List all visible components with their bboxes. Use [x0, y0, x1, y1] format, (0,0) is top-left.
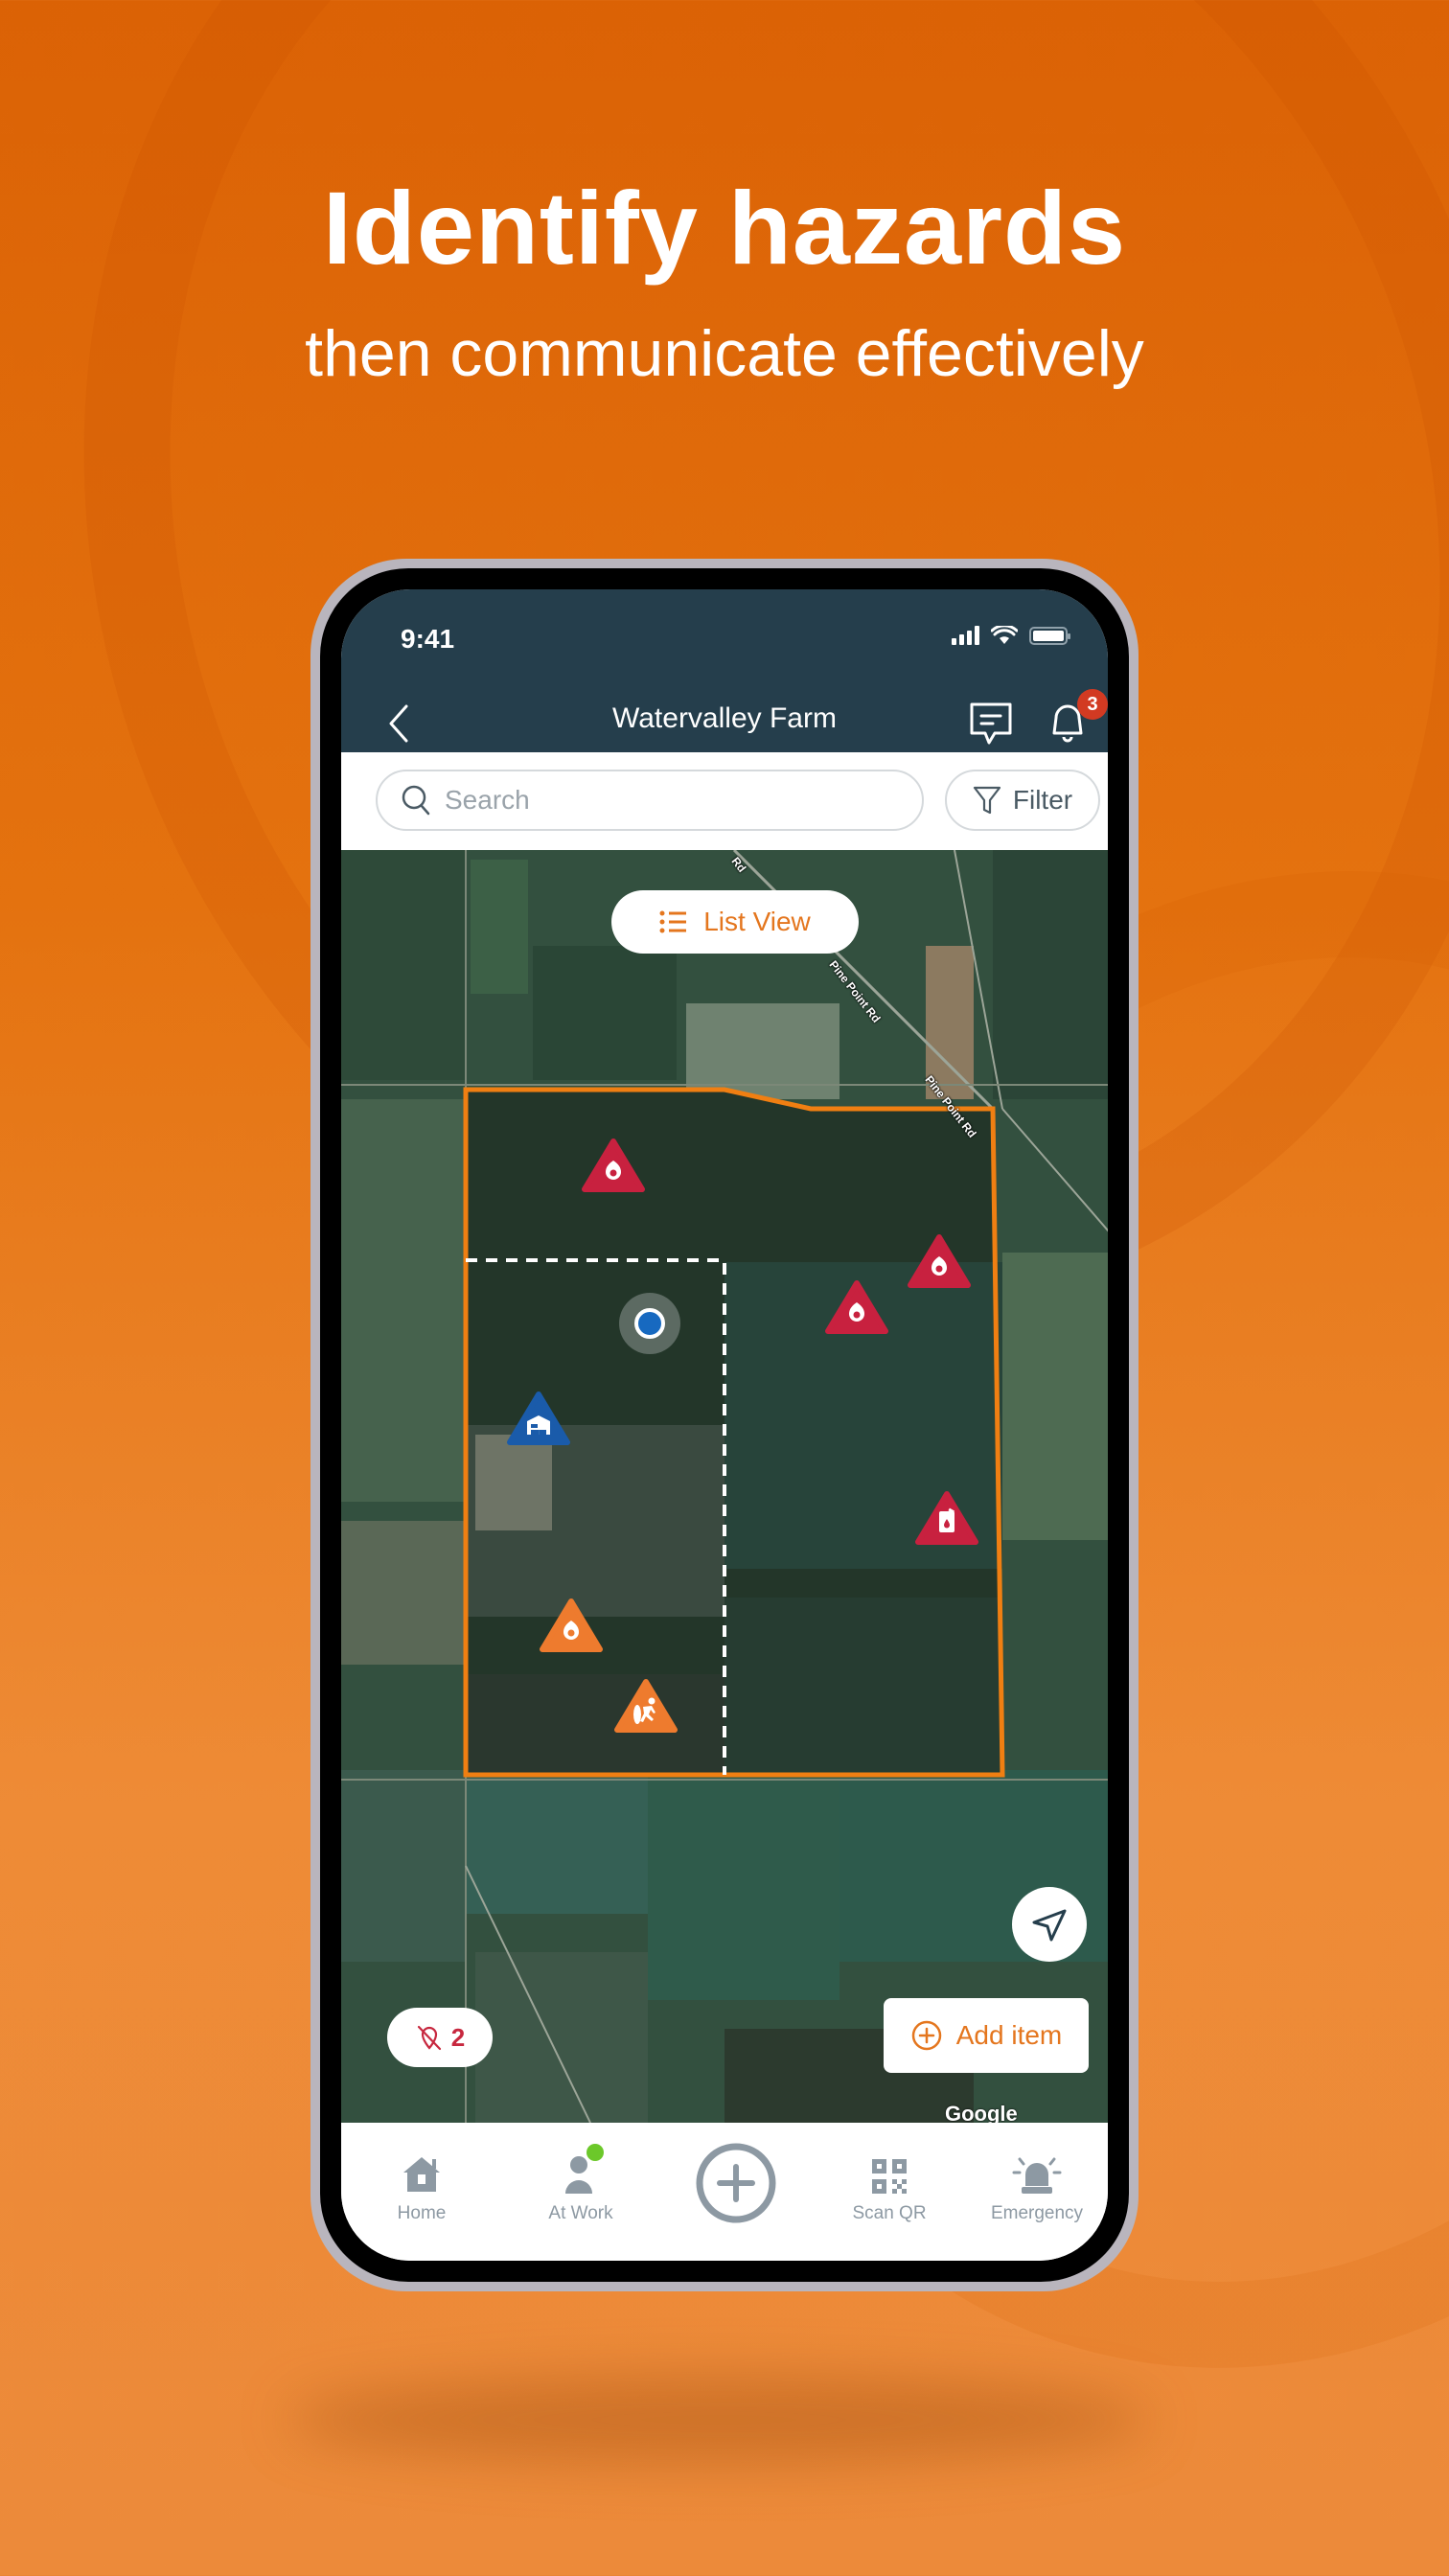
hidden-items-badge[interactable]: 2 [387, 2008, 493, 2067]
list-view-label: List View [703, 907, 811, 936]
add-circle-icon[interactable] [695, 2142, 777, 2224]
phone-shadow [288, 2377, 1150, 2463]
notification-badge: 3 [1077, 689, 1108, 720]
fuel-can-icon [939, 1507, 955, 1532]
filter-button[interactable]: Filter [945, 770, 1100, 831]
back-button[interactable] [380, 697, 418, 750]
nav-emergency[interactable]: Emergency [979, 2144, 1094, 2224]
slip-fall-hazard-marker[interactable] [613, 1678, 678, 1734]
subheadline: then communicate effectively [305, 317, 1144, 390]
phone-frame: 9:41 Watervalley Farm 3 Search Filter Rd… [310, 559, 1138, 2291]
nav-home-label: Home [397, 2203, 447, 2223]
filter-label: Filter [1012, 785, 1073, 815]
nav-scan-qr-label: Scan QR [852, 2203, 927, 2223]
battery-icon [1029, 626, 1070, 645]
wifi-icon [991, 626, 1018, 644]
map-attribution: Google [945, 2102, 1018, 2123]
siren-icon [1012, 2157, 1062, 2194]
hidden-count: 2 [450, 2022, 466, 2052]
add-item-button[interactable]: Add item [884, 1998, 1089, 2073]
fire-hazard-marker[interactable] [539, 1598, 604, 1653]
qr-code-icon [872, 2159, 907, 2194]
current-location-marker [619, 1293, 680, 1354]
bottom-navigation: Home At Work Scan QR Emergency [341, 2123, 1108, 2261]
nav-at-work-label: At Work [548, 2203, 613, 2223]
signal-icon [952, 626, 979, 645]
navigation-arrow-icon [1032, 1909, 1067, 1942]
fire-hazard-marker[interactable] [581, 1138, 646, 1193]
home-icon [403, 2157, 440, 2192]
list-view-button[interactable]: List View [611, 890, 859, 954]
nav-home[interactable]: Home [364, 2144, 479, 2224]
filter-icon [973, 786, 1000, 815]
search-field[interactable] [376, 770, 924, 831]
satellite-imagery [341, 850, 1108, 2123]
status-online-dot [586, 2144, 604, 2161]
list-icon [659, 910, 687, 933]
chat-icon[interactable] [966, 697, 1016, 750]
headline: Identify hazards [322, 170, 1127, 286]
map-view[interactable]: Rd Pine Point Rd Pine Point Rd List View [341, 850, 1108, 2123]
nav-emergency-label: Emergency [990, 2203, 1084, 2223]
nav-at-work[interactable]: At Work [523, 2144, 638, 2224]
add-item-label: Add item [955, 2020, 1063, 2050]
search-input[interactable] [443, 784, 878, 816]
fuel-hazard-marker[interactable] [914, 1490, 979, 1546]
search-row: Filter [341, 752, 1108, 850]
search-icon [402, 785, 430, 816]
app-header: 9:41 Watervalley Farm 3 [341, 589, 1108, 752]
fire-hazard-marker[interactable] [907, 1233, 972, 1289]
status-icons [952, 626, 1070, 645]
eye-off-icon [417, 2025, 441, 2051]
phone-bezel: 9:41 Watervalley Farm 3 Search Filter Rd… [320, 568, 1129, 2282]
status-time: 9:41 [401, 624, 455, 654]
nav-scan-qr[interactable]: Scan QR [832, 2144, 947, 2224]
fire-hazard-marker[interactable] [824, 1279, 889, 1335]
recenter-button[interactable] [1012, 1887, 1087, 1962]
add-circle-icon [911, 2020, 941, 2051]
phone-screen: 9:41 Watervalley Farm 3 Search Filter Rd… [341, 589, 1108, 2261]
building-marker[interactable] [506, 1391, 571, 1446]
